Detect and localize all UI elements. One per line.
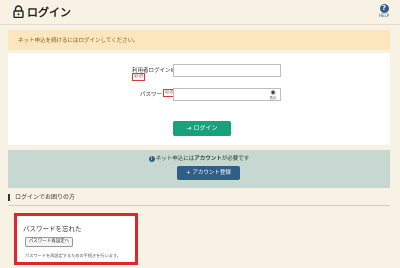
password-input[interactable]: ◉ 表示 xyxy=(173,88,281,101)
door-icon: ⇥ xyxy=(186,125,192,132)
forgot-password-box: パスワードを忘れた パスワード再設定へ パスワードを再設定するための手続きを行い… xyxy=(14,213,138,265)
help-button[interactable]: ? HELP xyxy=(376,4,392,22)
login-notice: ネット申込を続けるにはログインしてください。 xyxy=(8,30,390,50)
login-page: ログイン ? HELP ネット申込を続けるにはログインしてください。 利用者ログ… xyxy=(0,0,400,268)
page-header: ログイン ? HELP xyxy=(0,0,400,24)
info-icon: i xyxy=(148,155,155,162)
section-divider xyxy=(8,205,390,206)
forgot-password-title: パスワードを忘れた xyxy=(23,225,82,233)
help-label: HELP xyxy=(378,13,390,18)
account-register-button[interactable]: + アカウント登録 xyxy=(177,166,240,180)
required-badge: 必須 xyxy=(132,73,145,81)
lock-icon xyxy=(13,5,24,18)
page-title: ログイン xyxy=(27,6,71,19)
password-reset-button[interactable]: パスワード再設定へ xyxy=(25,237,73,247)
help-icon: ? xyxy=(379,4,389,13)
header-divider xyxy=(0,24,400,25)
registration-message: i ネット申込にはアカウントが必要です xyxy=(8,154,390,162)
show-password-label: 表示 xyxy=(269,96,277,100)
register-button-label: アカウント登録 xyxy=(192,170,231,176)
password-reset-description: パスワードを再設定するための手続きを行います。 xyxy=(25,253,121,258)
login-button-label: ログイン xyxy=(193,125,218,132)
add-user-icon: + xyxy=(186,170,191,176)
user-id-input[interactable] xyxy=(173,64,281,77)
show-password-toggle[interactable]: ◉ 表示 xyxy=(269,90,277,101)
account-registration-panel: i ネット申込にはアカウントが必要です + アカウント登録 xyxy=(8,150,390,188)
login-button[interactable]: ⇥ ログイン xyxy=(173,121,231,136)
trouble-section-title: ログインでお困りの方 xyxy=(8,194,75,201)
